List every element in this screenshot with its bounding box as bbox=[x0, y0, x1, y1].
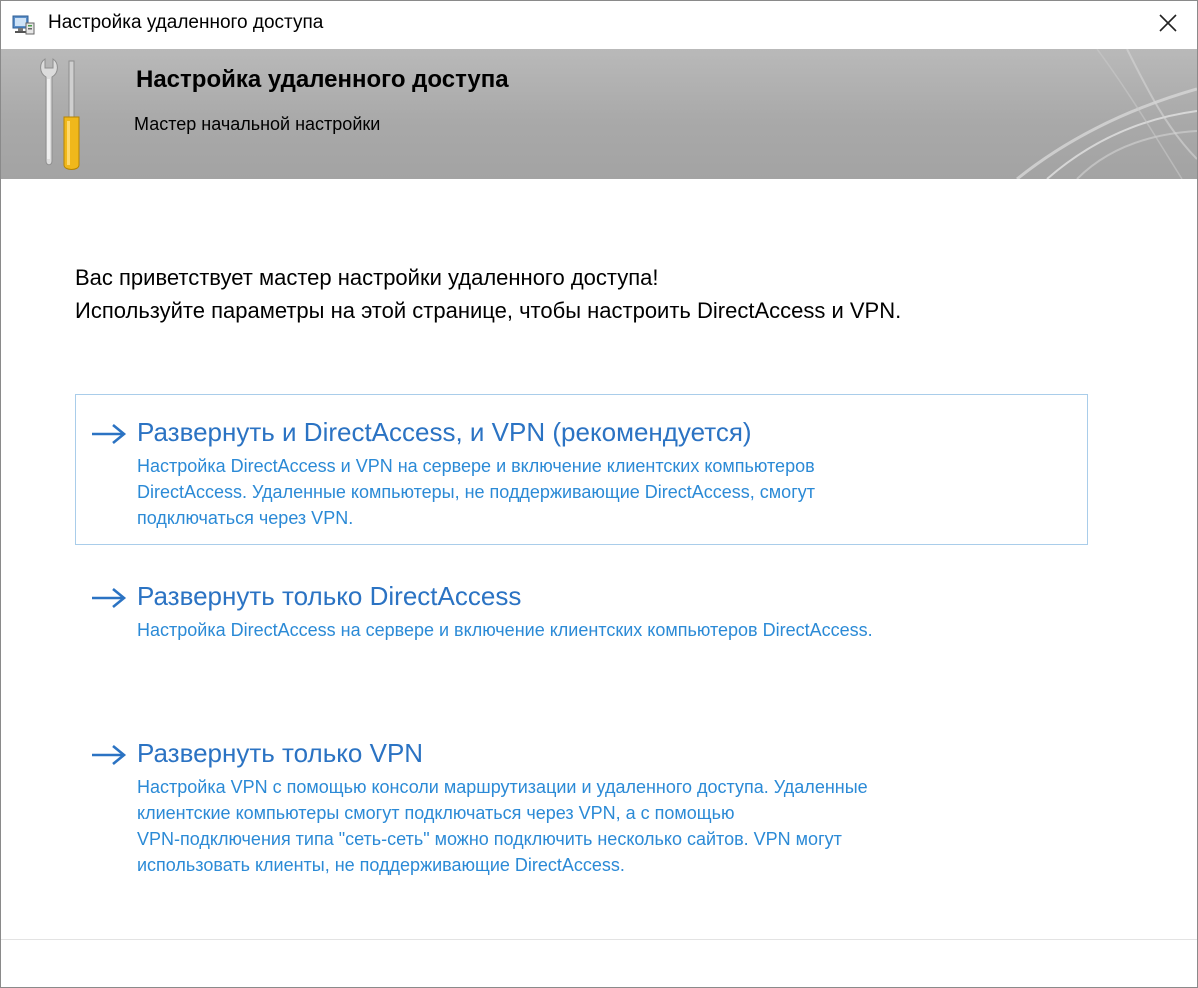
wizard-subheading: Мастер начальной настройки bbox=[134, 114, 381, 134]
option-deploy-both[interactable]: Развернуть и DirectAccess, и VPN (рекоме… bbox=[75, 394, 1088, 545]
option-description: Настройка DirectAccess и VPN на сервере … bbox=[137, 453, 815, 531]
wizard-header-banner: Настройка удаленного доступа Мастер нача… bbox=[1, 49, 1197, 179]
option-description-line: Настройка VPN с помощью консоли маршрути… bbox=[137, 777, 868, 797]
close-icon bbox=[1158, 13, 1178, 38]
option-description-line: DirectAccess. Удаленные компьютеры, не п… bbox=[137, 482, 816, 502]
option-label: Развернуть только DirectAccess bbox=[137, 581, 522, 611]
option-description-line: Настройка DirectAccess на сервере и вклю… bbox=[137, 620, 873, 640]
wrench-screwdriver-icon bbox=[35, 55, 95, 175]
arrow-right-icon bbox=[90, 422, 128, 446]
option-description-line: клиентские компьютеры смогут подключатьс… bbox=[137, 803, 735, 823]
window-title: Настройка удаленного доступа bbox=[48, 12, 324, 33]
option-description: Настройка DirectAccess на сервере и вклю… bbox=[137, 617, 873, 643]
option-description: Настройка VPN с помощью консоли маршрути… bbox=[137, 774, 868, 878]
arrow-right-icon bbox=[90, 743, 128, 767]
option-description-line: Настройка DirectAccess и VPN на сервере … bbox=[137, 456, 815, 476]
footer-divider bbox=[1, 939, 1197, 940]
remote-access-wizard-window: Настройка удаленного доступа Настройка у… bbox=[0, 0, 1198, 988]
option-description-line: использовать клиенты, не поддерживающие … bbox=[137, 855, 625, 875]
wizard-heading: Настройка удаленного доступа bbox=[136, 66, 509, 93]
welcome-line-2: Используйте параметры на этой странице, … bbox=[75, 298, 902, 323]
welcome-line-1: Вас приветствует мастер настройки удален… bbox=[75, 265, 659, 290]
remote-access-app-icon bbox=[11, 13, 35, 37]
option-description-line: VPN-подключения типа "сеть-сеть" можно п… bbox=[137, 829, 842, 849]
title-bar: Настройка удаленного доступа bbox=[1, 1, 1197, 49]
option-label: Развернуть и DirectAccess, и VPN (рекоме… bbox=[137, 417, 752, 447]
option-deploy-directaccess-only[interactable]: Развернуть только DirectAccess Настройка… bbox=[75, 558, 1088, 658]
banner-decoration bbox=[1016, 49, 1197, 179]
option-label: Развернуть только VPN bbox=[137, 738, 424, 768]
arrow-right-icon bbox=[90, 586, 128, 610]
option-deploy-vpn-only[interactable]: Развернуть только VPN Настройка VPN с по… bbox=[75, 715, 1088, 895]
welcome-text: Вас приветствует мастер настройки удален… bbox=[75, 261, 901, 327]
close-button[interactable] bbox=[1139, 1, 1197, 49]
option-description-line: подключаться через VPN. bbox=[137, 508, 354, 528]
